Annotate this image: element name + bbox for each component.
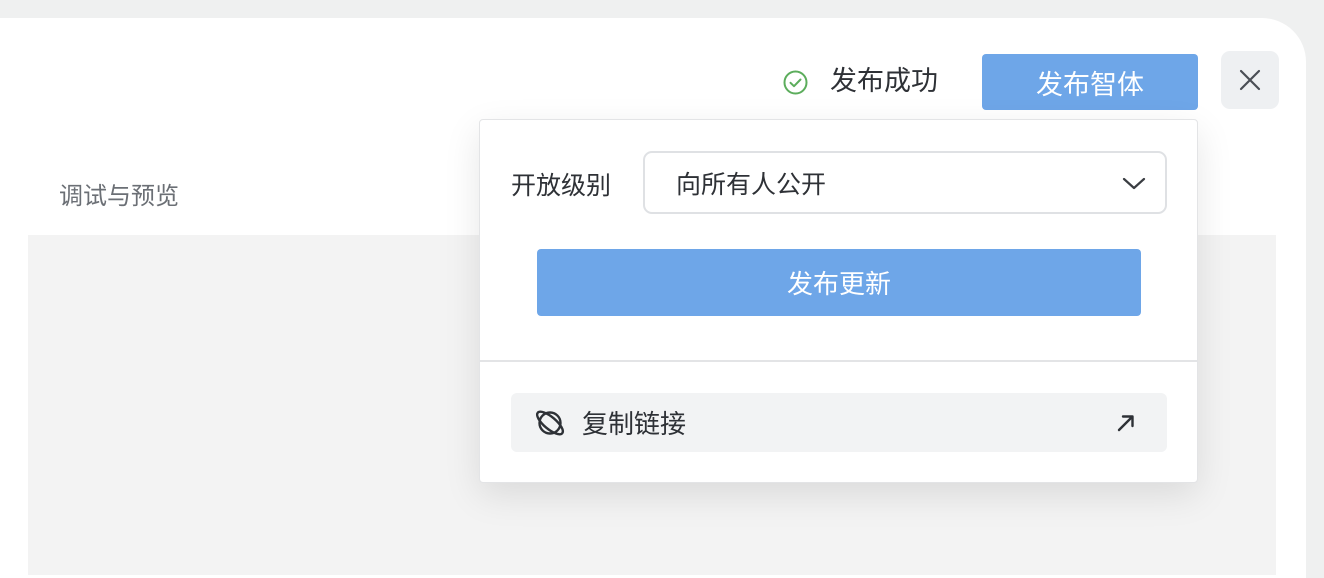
access-level-select[interactable]: 向所有人公开 [643, 151, 1167, 214]
check-circle-icon [782, 69, 809, 96]
publish-status: 发布成功 [782, 64, 938, 100]
divider [480, 360, 1197, 362]
access-level-value: 向所有人公开 [676, 169, 827, 199]
status-text: 发布成功 [830, 66, 938, 97]
planet-icon [534, 407, 566, 439]
close-button[interactable] [1221, 51, 1279, 109]
close-icon [1239, 69, 1261, 91]
publish-agent-button[interactable]: 发布智体 [982, 54, 1198, 110]
access-level-label: 开放级别 [511, 171, 612, 200]
publish-popover: 开放级别 向所有人公开 发布更新 复制链接 [479, 119, 1198, 483]
chevron-down-icon [1121, 170, 1147, 196]
copy-link-button[interactable]: 复制链接 [511, 393, 1167, 452]
arrow-up-right-icon [1115, 412, 1137, 434]
preview-title: 调试与预览 [59, 182, 179, 210]
publish-update-button[interactable]: 发布更新 [537, 249, 1141, 316]
copy-link-label: 复制链接 [582, 410, 687, 440]
